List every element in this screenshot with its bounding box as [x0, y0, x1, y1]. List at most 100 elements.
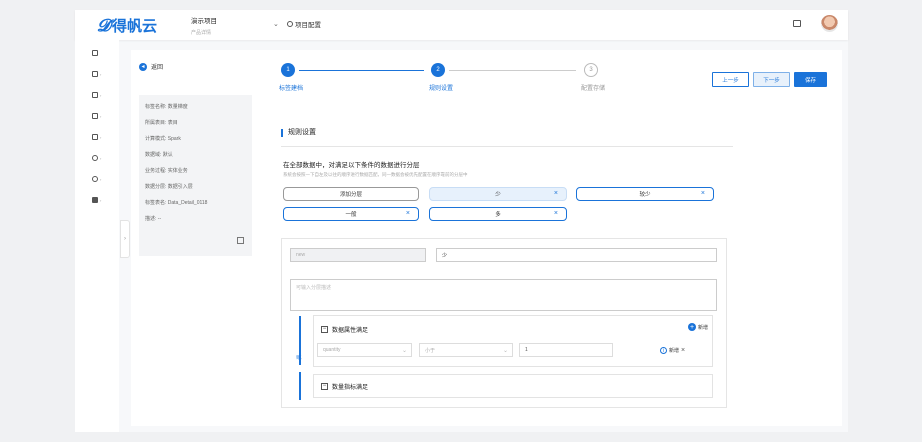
operator-select-value: 小于: [425, 347, 436, 354]
sidebar-item-data[interactable]: ›: [92, 69, 106, 79]
tag-label: 少: [495, 192, 501, 198]
chevron-down-icon: ⌄: [401, 348, 407, 354]
add-layer-button[interactable]: 添加分层: [283, 187, 419, 201]
info-label: 业务过程:: [145, 168, 167, 174]
data-icon: [92, 71, 98, 77]
project-config-link[interactable]: 项目配置: [287, 19, 321, 29]
sidebar-item-model[interactable]: ›: [92, 90, 106, 100]
next-step-button[interactable]: 下一步: [753, 72, 790, 87]
back-button[interactable]: ◂ 返回: [139, 62, 163, 71]
sidebar-collapse-toggle[interactable]: ›: [120, 220, 130, 258]
back-arrow-icon: ◂: [139, 62, 147, 71]
tag-label: 较少: [639, 192, 651, 198]
gear-icon: [287, 21, 293, 27]
info-value: 实体业务: [167, 168, 188, 174]
step-1-circle[interactable]: 1: [281, 63, 295, 77]
close-icon[interactable]: ×: [554, 190, 558, 197]
info-value: 默认: [162, 152, 173, 158]
collapse-icon[interactable]: −: [321, 326, 328, 333]
close-icon[interactable]: ×: [554, 210, 558, 217]
close-icon[interactable]: ×: [406, 210, 410, 217]
collapse-icon[interactable]: −: [321, 383, 328, 390]
logo-icon: 𝓓: [97, 15, 111, 36]
info-label: 标签表名:: [145, 200, 167, 206]
layer-description-field[interactable]: 可输入分层描述: [290, 279, 717, 311]
home-icon: [92, 50, 98, 56]
info-label: 数据分层:: [145, 184, 167, 190]
plus-icon: +: [687, 323, 696, 331]
layer-tag[interactable]: 少 ×: [429, 187, 567, 201]
or-label[interactable]: 或: [296, 353, 302, 361]
info-row: 标签名称: 数量梯度: [145, 103, 188, 110]
condition-title: 数量指标满足: [332, 385, 369, 391]
operator-select[interactable]: 小于 ⌄: [419, 343, 513, 357]
info-label: 所属表目:: [145, 120, 167, 126]
layer-code-field: new: [290, 248, 426, 262]
info-row: 数据域: 默认: [145, 151, 173, 158]
sidebar-item-home[interactable]: [92, 48, 106, 58]
sidebar-item-table[interactable]: ›: [92, 111, 106, 121]
sidebar: › › › › › › ›: [75, 40, 119, 432]
sidebar-item-globe[interactable]: ›: [92, 153, 106, 163]
sidebar-item-chart[interactable]: ›: [92, 195, 106, 205]
info-label: 标签名称:: [145, 104, 167, 110]
info-row: 描述: --: [145, 215, 161, 222]
tag-label: 添加分层: [339, 192, 362, 198]
info-value: 数量梯度: [167, 104, 188, 110]
project-switcher[interactable]: 演示项目 产品详情: [191, 15, 217, 36]
section-title: 规则设置: [281, 129, 316, 137]
back-label: 返回: [151, 65, 164, 71]
step-connector: [449, 70, 576, 71]
info-icon: i: [660, 347, 667, 354]
layer-editor: new 少 可输入分层描述 或 − 数据属性满足 + 新增 quantity ⌄…: [281, 238, 727, 408]
chevron-right-icon: ›: [100, 134, 102, 140]
step-3-circle[interactable]: 3: [584, 63, 598, 77]
edit-icon[interactable]: [237, 237, 244, 244]
info-row: 业务过程: 实体业务: [145, 167, 188, 174]
chevron-right-icon: ›: [100, 155, 102, 161]
row-add-label: 新增: [669, 348, 680, 354]
step-1-label: 标签建档: [279, 86, 304, 92]
brand-name: 得帆云: [112, 18, 158, 35]
prev-step-button[interactable]: 上一步: [712, 72, 749, 87]
brand-logo[interactable]: 𝓓 得帆云: [97, 15, 157, 36]
condition-title: 数据属性满足: [332, 328, 369, 334]
project-subtitle: 产品详情: [191, 30, 212, 36]
model-icon: [92, 92, 98, 98]
condition-group: − 数量指标满足: [313, 374, 713, 398]
project-config-label: 项目配置: [295, 22, 321, 29]
close-icon[interactable]: ×: [681, 347, 685, 354]
rule-description: 在全部数据中，对满足以下条件的数据进行分层: [283, 162, 420, 169]
chevron-right-icon: ›: [124, 236, 126, 242]
avatar[interactable]: [821, 15, 838, 32]
step-2-circle[interactable]: 2: [431, 63, 445, 77]
layer-tag[interactable]: 多 ×: [429, 207, 567, 221]
layer-tag[interactable]: 较少 ×: [576, 187, 714, 201]
info-value: Data_Detail_0118: [167, 200, 208, 206]
chevron-right-icon: ›: [100, 92, 102, 98]
add-condition-button[interactable]: + 新增: [687, 323, 708, 331]
chart-icon: [92, 197, 98, 203]
sidebar-item-service[interactable]: ›: [92, 132, 106, 142]
layer-name-field[interactable]: 少: [436, 248, 717, 262]
field-select[interactable]: quantity ⌄: [317, 343, 412, 357]
add-condition-label: 新增: [697, 324, 708, 331]
chevron-right-icon: ›: [100, 113, 102, 119]
sidebar-item-settings[interactable]: ›: [92, 174, 106, 184]
globe-icon: [92, 155, 98, 161]
info-value: Spark: [167, 136, 181, 142]
chevron-down-icon[interactable]: ⌄: [273, 20, 279, 28]
or-bar: [299, 372, 301, 400]
tag-info-panel: 标签名称: 数量梯度 所属表目: 表目 计算模式: Spark 数据域: 默认 …: [139, 95, 252, 256]
chevron-right-icon: ›: [100, 197, 102, 203]
layer-tag[interactable]: 一般 ×: [283, 207, 419, 221]
value-input[interactable]: 1: [519, 343, 613, 357]
info-label: 数据域:: [145, 152, 162, 158]
close-icon[interactable]: ×: [701, 190, 705, 197]
top-bar: 𝓓 得帆云 演示项目 产品详情 ⌄ 项目配置: [75, 10, 848, 40]
table-icon: [92, 113, 98, 119]
settings-icon: [92, 176, 98, 182]
message-icon[interactable]: [793, 20, 801, 27]
row-add-button[interactable]: i 新增 ×: [660, 347, 685, 354]
save-button[interactable]: 保存: [794, 72, 827, 87]
